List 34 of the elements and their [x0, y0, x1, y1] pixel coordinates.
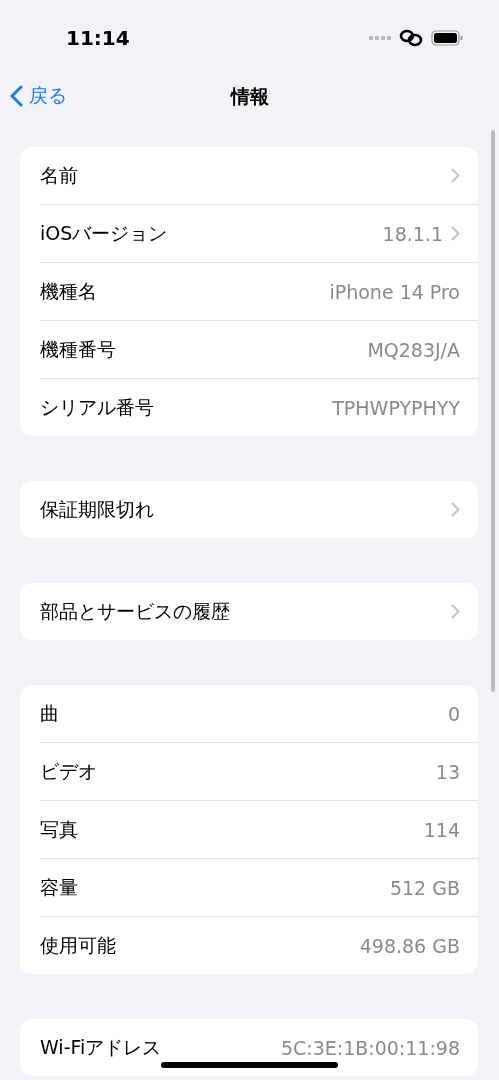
row-value: 512 GB [389, 876, 460, 899]
row-label: 機種名 [40, 278, 98, 304]
row-label: 使用可能 [40, 932, 117, 958]
row-label: 曲 [40, 700, 60, 726]
row-label: Wi-Fiアドレス [40, 1034, 163, 1060]
signal-icon [369, 35, 391, 40]
row-label[interactable]: iOSバージョン [40, 220, 383, 247]
battery-icon [431, 29, 463, 46]
row-value: 0 [447, 702, 460, 725]
row-label: 容量 [40, 874, 79, 900]
row-label: シリアル番号 [40, 394, 155, 420]
row-label: ビデオ [40, 758, 98, 784]
row-value: 13 [435, 760, 460, 783]
chevron-icon [451, 502, 460, 517]
row-value: 18.1.1 [382, 222, 443, 245]
row-value: MQ283J/A [367, 338, 460, 361]
link-icon [399, 28, 423, 47]
row-label: 機種番号 [40, 336, 117, 362]
status-time: 11:14 [66, 25, 130, 50]
row-value: iPhone 14 Pro [329, 280, 460, 303]
row-label[interactable]: 部品とサービスの履歴 [40, 598, 443, 625]
row-label: 写真 [40, 816, 79, 842]
row-label[interactable]: 保証期限切れ [40, 496, 443, 523]
chevron-icon [451, 168, 460, 183]
row-value: 498.86 GB [359, 934, 460, 957]
chevron-icon [451, 226, 460, 241]
row-value: TPHWPYPHYY [332, 396, 460, 419]
back-button[interactable]: 戻る [10, 83, 67, 109]
chevron-icon [451, 604, 460, 619]
row-value: 5C:3E:1B:00:11:98 [280, 1036, 460, 1059]
back-chevron-icon [10, 85, 23, 107]
row-value: 114 [423, 818, 460, 841]
nav-title: 情報 [230, 84, 269, 109]
row-label[interactable]: 名前 [40, 162, 443, 189]
